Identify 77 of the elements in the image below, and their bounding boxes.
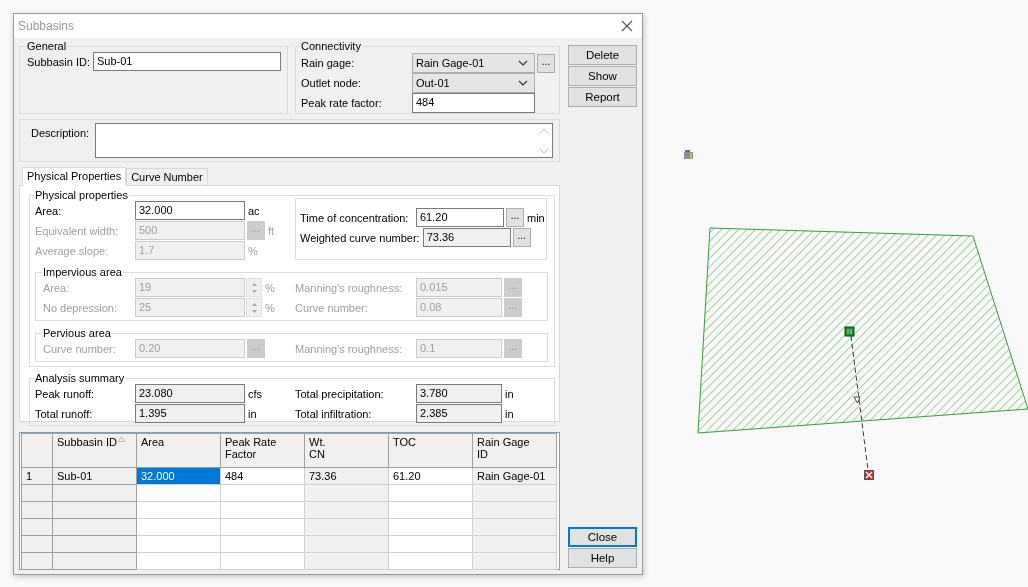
field-label: No depression: [43, 301, 118, 314]
text-field[interactable]: 3.780 [416, 384, 502, 403]
field-label: Weighted curve number: [300, 231, 421, 244]
text-field[interactable]: Sub-01 [93, 52, 281, 71]
tab[interactable]: Curve Number [126, 168, 208, 185]
map-marker-icon[interactable] [684, 150, 693, 159]
field-label: Total infiltration: [295, 407, 373, 420]
column-header[interactable]: Subbasin ID [52, 433, 137, 468]
spin-arrows-icon [250, 280, 258, 295]
dialog-button[interactable]: Help [568, 548, 637, 568]
unit-label: % [265, 301, 275, 314]
x-marker-icon[interactable] [864, 470, 874, 480]
field-label: Average slope: [35, 244, 110, 257]
field-label: Time of concentration: [300, 211, 410, 224]
browse-button[interactable]: ... [506, 208, 524, 227]
unit-label: cfs [248, 387, 263, 400]
browse-button[interactable]: ... [512, 228, 531, 247]
field-label: Subbasin ID: [27, 55, 91, 68]
square-marker-icon[interactable] [844, 326, 855, 337]
column-header[interactable]: Rain Gage ID [472, 433, 557, 468]
browse-button[interactable]: ... [537, 53, 555, 73]
close-icon[interactable] [621, 20, 633, 32]
group-label: Analysis summary [34, 372, 126, 384]
dialog-button[interactable]: Close [568, 527, 637, 547]
column-header[interactable]: Peak Rate Factor [220, 433, 305, 468]
group-label: General [26, 40, 68, 52]
chevron-icon [518, 60, 528, 66]
field-label: Rain gage: [301, 57, 356, 69]
text-field[interactable]: 61.20 [416, 208, 504, 227]
sort-arrow-icon [117, 436, 125, 442]
group-label: Impervious area [42, 266, 123, 278]
unit-label: min [527, 211, 545, 224]
column-header[interactable]: Area [136, 433, 221, 468]
text-field[interactable]: 73.36 [422, 228, 511, 247]
field-label: Manning's roughness: [295, 281, 404, 294]
group-label: Physical properties [34, 189, 129, 201]
column-header[interactable] [21, 433, 53, 468]
field-label: Description: [31, 126, 89, 140]
field-label: Outlet node: [301, 77, 362, 89]
unit-label: in [505, 387, 514, 400]
dialog-button[interactable]: Report [568, 87, 637, 107]
tab[interactable]: Physical Properties [22, 167, 127, 186]
field-label: Manning's roughness: [295, 342, 404, 355]
text-area[interactable] [94, 123, 553, 158]
spin-button[interactable] [246, 278, 262, 297]
unit-label: % [265, 281, 275, 294]
text-field[interactable]: 23.080 [135, 384, 245, 403]
text-field[interactable]: 2.385 [416, 404, 502, 423]
text-field[interactable]: 1.395 [135, 404, 245, 423]
group-label: Connectivity [300, 40, 362, 52]
column-header[interactable]: Wt. CN [304, 433, 389, 468]
field-label: Area: [43, 281, 71, 294]
unit-label: in [505, 407, 514, 420]
field-label: Total precipitation: [295, 387, 385, 400]
spin-arrows-icon [250, 300, 258, 315]
unit-label: % [248, 244, 258, 257]
dropdown[interactable]: Rain Gage-01 [412, 53, 535, 73]
spin-button[interactable] [246, 298, 262, 317]
dropdown[interactable]: Out-01 [412, 73, 535, 93]
field-label: Peak rate factor: [301, 97, 383, 109]
group-label: Pervious area [42, 327, 112, 339]
field-label: Curve number: [295, 301, 369, 314]
column-header[interactable]: TOC [388, 433, 473, 468]
chevron-icon [518, 80, 528, 86]
unit-label: ac [248, 204, 260, 217]
field-label: Total runoff: [35, 407, 94, 420]
text-field[interactable]: 484 [412, 93, 535, 113]
dialog-button[interactable]: Show [568, 66, 637, 86]
dialog-button[interactable]: Delete [568, 45, 637, 65]
field-label: Curve number: [43, 342, 117, 355]
unit-label: ft [268, 224, 275, 237]
field-label: Peak runoff: [35, 387, 96, 400]
text-field[interactable]: 32.000 [135, 201, 245, 220]
field-label: Area: [35, 204, 63, 217]
window-title: Subbasins [18, 19, 75, 33]
unit-label: in [248, 407, 257, 420]
field-label: Equivalent width: [35, 224, 120, 237]
